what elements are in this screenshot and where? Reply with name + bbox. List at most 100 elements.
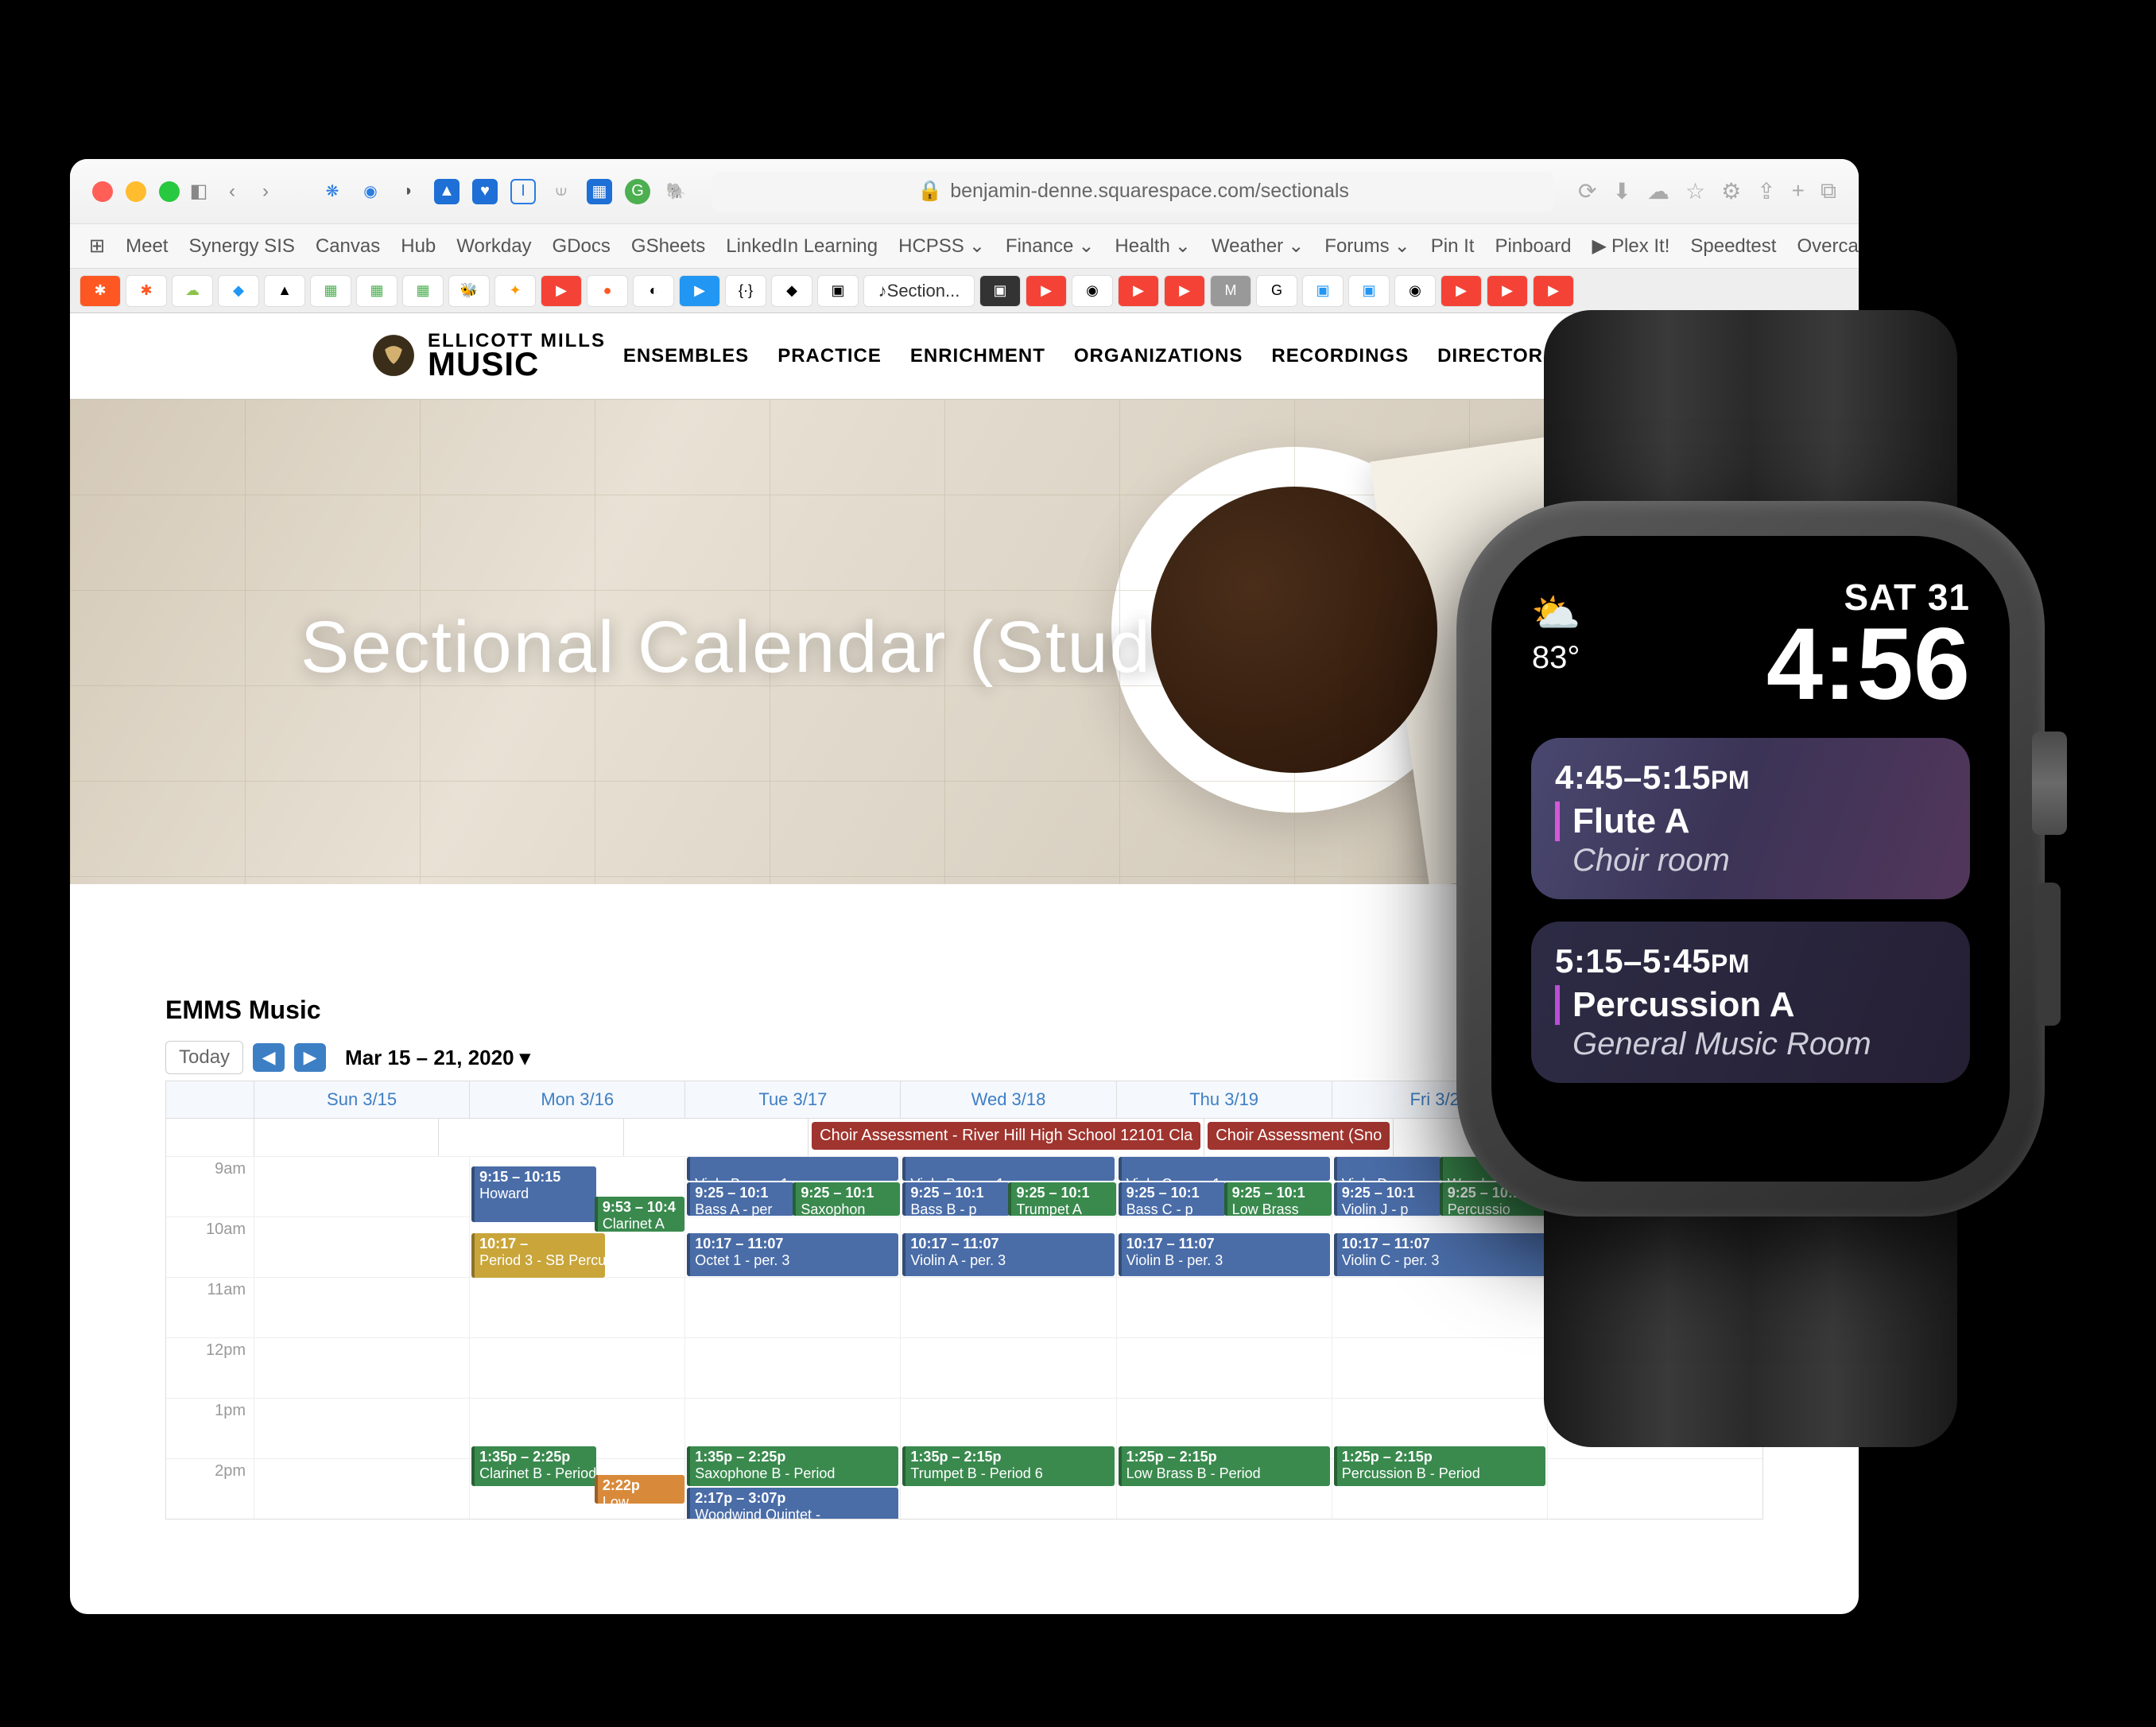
ext-icon[interactable]: G — [625, 179, 650, 204]
day-header[interactable]: Mon 3/16 — [469, 1081, 684, 1118]
tab-icon[interactable]: ▦ — [356, 275, 397, 307]
weather-complication[interactable]: ⛅ 83° — [1531, 590, 1580, 676]
tab-icon[interactable]: ◉ — [1072, 275, 1113, 307]
allday-event[interactable]: Choir Assessment - River Hill High Schoo… — [812, 1122, 1200, 1150]
tab-icon[interactable]: ▶ — [541, 275, 582, 307]
back-icon[interactable]: ‹ — [218, 177, 246, 206]
tab-icon[interactable]: M — [1210, 275, 1251, 307]
tab-icon[interactable]: ✱ — [126, 275, 167, 307]
calendar-event[interactable]: 9:25 – 10:1Saxophon — [793, 1182, 900, 1216]
nav-item[interactable]: RECORDINGS — [1271, 345, 1409, 367]
tab-icon[interactable]: ▶ — [1026, 275, 1067, 307]
tab-icon[interactable]: ◆ — [218, 275, 259, 307]
next-week-button[interactable]: ▶ — [294, 1043, 326, 1072]
nav-item[interactable]: ENRICHMENT — [910, 345, 1045, 367]
tab-icon[interactable]: ▶ — [1533, 275, 1574, 307]
calendar-event-card[interactable]: 4:45–5:15PM Flute A Choir room — [1531, 738, 1970, 899]
ext-icon[interactable]: ▦ — [587, 179, 612, 204]
tab-icon[interactable]: ▦ — [310, 275, 351, 307]
tab-icon[interactable]: ▦ — [402, 275, 444, 307]
bookmark-item[interactable]: Workday — [456, 235, 531, 258]
tab-icon[interactable]: ▶ — [1441, 275, 1482, 307]
calendar-event[interactable]: 9:25 – 10:1Bass A - per — [687, 1182, 794, 1216]
bookmark-item[interactable]: Forums ⌄ — [1324, 235, 1410, 258]
close-window-icon[interactable] — [92, 181, 113, 202]
digital-crown[interactable] — [2032, 732, 2067, 835]
bookmark-item[interactable]: Hub — [401, 235, 436, 258]
forward-icon[interactable]: › — [251, 177, 280, 206]
downloads-icon[interactable]: ⬇ — [1612, 178, 1631, 204]
nav-item[interactable]: PRACTICE — [777, 345, 882, 367]
apps-icon[interactable]: ⊞ — [89, 235, 105, 258]
nav-item[interactable]: ORGANIZATIONS — [1074, 345, 1243, 367]
tab-icon[interactable]: ▶ — [1164, 275, 1205, 307]
side-button[interactable] — [2037, 883, 2061, 1026]
bookmark-item[interactable]: Finance ⌄ — [1006, 235, 1095, 258]
tab-icon[interactable]: ▣ — [979, 275, 1021, 307]
settings-icon[interactable]: ⚙ — [1721, 178, 1741, 204]
allday-event[interactable]: Choir Assessment (Sno — [1208, 1122, 1390, 1150]
calendar-event[interactable]: Viola B - per. 1 — [902, 1157, 1114, 1181]
tab-icon[interactable]: ▲ — [264, 275, 305, 307]
today-button[interactable]: Today — [165, 1041, 243, 1074]
share-icon[interactable]: ⇪ — [1757, 178, 1775, 204]
tab-active[interactable]: ♪ Section... — [863, 275, 975, 307]
tab-icon[interactable]: ● — [587, 275, 628, 307]
ext-icon[interactable]: I — [510, 179, 536, 204]
tab-icon[interactable]: {·} — [725, 275, 766, 307]
bookmark-item[interactable]: Meet — [126, 235, 168, 258]
bookmark-item[interactable]: Health ⌄ — [1115, 235, 1190, 258]
nav-item[interactable]: ENSEMBLES — [623, 345, 749, 367]
bookmark-item[interactable]: HCPSS ⌄ — [898, 235, 985, 258]
reload-icon[interactable]: ⟳ — [1578, 178, 1596, 204]
calendar-event[interactable]: Viola C - per. 1 — [1119, 1157, 1330, 1181]
ext-icon[interactable]: ❋ — [320, 179, 345, 204]
calendar-event-card[interactable]: 5:15–5:45PM Percussion A General Music R… — [1531, 922, 1970, 1083]
tab-icon[interactable]: ✱ — [79, 275, 121, 307]
calendar-event[interactable]: 9:25 – 10:1Bass C - p — [1119, 1182, 1226, 1216]
tab-icon[interactable]: ▣ — [1348, 275, 1390, 307]
bookmark-item[interactable]: Speedtest — [1690, 235, 1776, 258]
ext-icon[interactable]: ◉ — [358, 179, 383, 204]
tab-icon[interactable]: ▣ — [1302, 275, 1344, 307]
day-header[interactable]: Tue 3/17 — [684, 1081, 900, 1118]
bookmark-item[interactable]: LinkedIn Learning — [726, 235, 878, 258]
site-logo[interactable]: ELLICOTT MILLS MUSIC — [372, 332, 606, 379]
day-header[interactable]: Thu 3/19 — [1116, 1081, 1332, 1118]
tab-icon[interactable]: ✦ — [494, 275, 536, 307]
calendar-event[interactable]: 9:25 – 10:1Trumpet A — [1008, 1182, 1115, 1216]
watch-screen[interactable]: ⛅ 83° SAT 31 4:56 4:45–5:15PM Flute A Ch… — [1491, 536, 2010, 1182]
bookmark-item[interactable]: ▶ Plex It! — [1592, 235, 1670, 258]
calendar-event[interactable]: 9:15 – 10:15Howard — [471, 1166, 596, 1222]
tab-icon[interactable]: ☁ — [172, 275, 213, 307]
ext-icon[interactable]: ♥ — [472, 179, 498, 204]
tab-icon[interactable]: ▶ — [679, 275, 720, 307]
tab-icon[interactable]: ▣ — [817, 275, 859, 307]
day-header[interactable]: Sun 3/15 — [254, 1081, 469, 1118]
address-bar[interactable]: 🔒benjamin-denne.squarespace.com/sectiona… — [712, 172, 1554, 212]
bookmark-item[interactable]: Overcast — [1797, 235, 1859, 258]
bookmark-item[interactable]: GSheets — [631, 235, 705, 258]
tab-icon[interactable]: ▶ — [1487, 275, 1528, 307]
tab-icon[interactable]: ◐ — [633, 275, 674, 307]
new-tab-icon[interactable]: + — [1792, 178, 1805, 204]
calendar-event[interactable]: 9:25 – 10:1Bass B - p — [902, 1182, 1010, 1216]
day-header[interactable]: Wed 3/18 — [900, 1081, 1115, 1118]
tab-icon[interactable]: ▶ — [1118, 275, 1159, 307]
cloud-icon[interactable]: ☁ — [1647, 178, 1669, 204]
calendar-event[interactable]: 9:25 – 10:1Low Brass — [1224, 1182, 1332, 1216]
sidebar-icon[interactable]: ◧ — [184, 177, 213, 206]
tab-icon[interactable]: ◆ — [771, 275, 812, 307]
minimize-window-icon[interactable] — [126, 181, 146, 202]
rss-icon[interactable]: ⟒ — [549, 179, 574, 204]
bookmark-item[interactable]: Pin It — [1431, 235, 1475, 258]
bookmark-item[interactable]: Canvas — [316, 235, 380, 258]
ext-icon[interactable]: ◗ — [396, 179, 421, 204]
tab-icon[interactable]: ◉ — [1394, 275, 1436, 307]
maximize-window-icon[interactable] — [159, 181, 180, 202]
tab-icon[interactable]: G — [1256, 275, 1297, 307]
bookmark-item[interactable]: Pinboard — [1495, 235, 1571, 258]
tab-icon[interactable]: 🐝 — [448, 275, 490, 307]
calendar-event[interactable]: Viola B - per. 1 — [687, 1157, 898, 1181]
ext-icon[interactable]: ▲ — [434, 179, 460, 204]
